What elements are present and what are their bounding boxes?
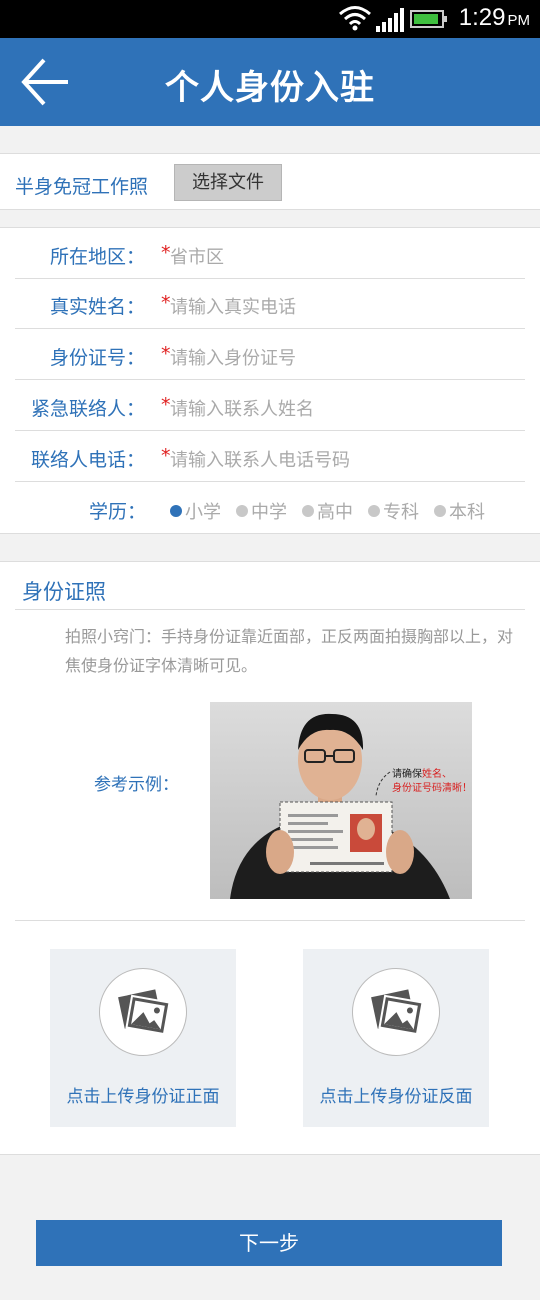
- reference-note-2: 身份证号码清晰！: [392, 783, 472, 794]
- id-number-row[interactable]: 身份证号： * 请输入身份证号: [15, 329, 525, 380]
- upload-id-back[interactable]: 点击上传身份证反面: [303, 949, 489, 1127]
- status-time: 1:29 PM: [458, 4, 530, 31]
- radio-dot: [302, 505, 314, 517]
- photo-icon: [99, 968, 187, 1056]
- education-radio-primary[interactable]: 小学: [170, 498, 221, 524]
- work-photo-label: 半身免冠工作照: [15, 176, 149, 198]
- id-number-label: 身份证号：: [49, 347, 145, 369]
- radio-dot: [434, 505, 446, 517]
- upload-id-front[interactable]: 点击上传身份证正面: [50, 949, 236, 1127]
- signal-icon: [376, 8, 406, 36]
- education-radio-middle[interactable]: 中学: [236, 498, 287, 524]
- radio-dot: [236, 505, 248, 517]
- id-number-input[interactable]: 请输入身份证号: [170, 344, 296, 370]
- battery-icon: [410, 10, 447, 28]
- reference-note: 请确保姓名、: [392, 769, 452, 780]
- upload-back-label: 点击上传身份证反面: [319, 1087, 473, 1107]
- contact-phone-input[interactable]: 请输入联系人电话号码: [170, 446, 350, 472]
- radio-dot-selected: [170, 505, 182, 517]
- choose-file-button[interactable]: 选择文件: [174, 164, 282, 201]
- education-row: 学历： 小学 中学 高中 专科 本科: [15, 483, 525, 534]
- education-label: 学历：: [89, 501, 147, 523]
- app-header: 个人身份入驻: [0, 38, 540, 126]
- upload-front-label: 点击上传身份证正面: [66, 1087, 220, 1107]
- education-radio-college[interactable]: 专科: [368, 498, 419, 524]
- next-step-button[interactable]: 下一步: [36, 1220, 502, 1266]
- wifi-icon: [338, 4, 372, 36]
- info-form: 所在地区： * 省市区 真实姓名： * 请输入真实电话 身份证号： * 请输入身…: [0, 227, 540, 534]
- region-label: 所在地区：: [49, 246, 145, 268]
- status-bar: 1:29 PM: [0, 0, 540, 38]
- name-label: 真实姓名：: [49, 296, 145, 318]
- name-input[interactable]: 请输入真实电话: [170, 293, 296, 319]
- reference-label: 参考示例：: [94, 775, 179, 795]
- photo-icon: [352, 968, 440, 1056]
- contact-phone-label: 联络人电话：: [30, 449, 145, 471]
- work-photo-row: 半身免冠工作照 选择文件: [0, 153, 540, 210]
- section-title: 身份证照: [22, 580, 106, 604]
- education-radio-high[interactable]: 高中: [302, 498, 353, 524]
- education-radio-bachelor[interactable]: 本科: [434, 498, 485, 524]
- name-row[interactable]: 真实姓名： * 请输入真实电话: [15, 278, 525, 329]
- region-input[interactable]: 省市区: [170, 243, 224, 269]
- contact-phone-row[interactable]: 联络人电话： * 请输入联系人电话号码: [15, 431, 525, 482]
- divider: [15, 920, 525, 921]
- radio-dot: [368, 505, 380, 517]
- emergency-contact-label: 紧急联络人：: [30, 398, 145, 420]
- education-options: 小学 中学 高中 专科 本科: [170, 498, 500, 524]
- emergency-contact-row[interactable]: 紧急联络人： * 请输入联系人姓名: [15, 380, 525, 431]
- divider: [15, 609, 525, 610]
- id-photo-section: 身份证照 拍照小窍门：手持身份证靠近面部，正反两面拍摄胸部以上，对焦使身份证字体…: [0, 561, 540, 1155]
- photo-tip: 拍照小窍门：手持身份证靠近面部，正反两面拍摄胸部以上，对焦使身份证字体清晰可见。: [65, 627, 514, 675]
- emergency-contact-input[interactable]: 请输入联系人姓名: [170, 395, 314, 421]
- region-row[interactable]: 所在地区： * 省市区: [15, 228, 525, 279]
- reference-example-image: 请确保姓名、 身份证号码清晰！: [210, 702, 472, 899]
- page-title: 个人身份入驻: [165, 68, 375, 108]
